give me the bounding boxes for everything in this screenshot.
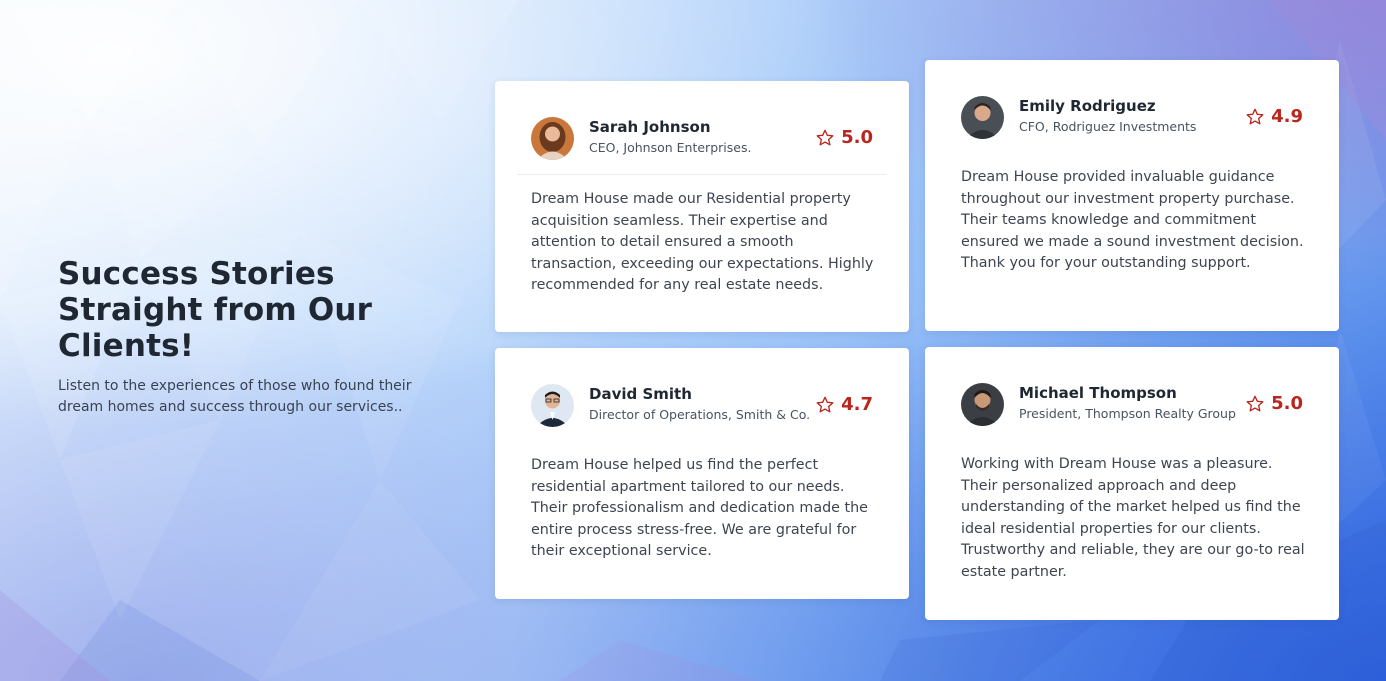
- rating-value: 4.9: [1271, 106, 1303, 127]
- divider: [517, 174, 887, 175]
- testimonial-card: Michael Thompson President, Thompson Rea…: [925, 347, 1339, 620]
- testimonial-header: Sarah Johnson CEO, Johnson Enterprises. …: [531, 117, 873, 161]
- rating-value: 5.0: [841, 127, 873, 148]
- testimonial-quote: Working with Dream House was a pleasure.…: [961, 456, 1305, 580]
- rating: 4.9: [1245, 106, 1303, 127]
- rating-value: 5.0: [1271, 393, 1303, 414]
- star-outline-icon: [816, 129, 834, 145]
- star-outline-icon: [816, 396, 834, 412]
- client-role: CEO, Johnson Enterprises.: [589, 140, 752, 155]
- testimonial-quote: Dream House provided invaluable guidance…: [961, 169, 1304, 272]
- testimonial-header: David Smith Director of Operations, Smit…: [531, 384, 873, 428]
- client-name: Michael Thompson: [1019, 384, 1177, 402]
- client-role: CFO, Rodriguez Investments: [1019, 119, 1197, 134]
- avatar: [961, 96, 1004, 139]
- client-role: President, Thompson Realty Group: [1019, 406, 1236, 421]
- testimonial-card: Emily Rodriguez CFO, Rodriguez Investmen…: [925, 60, 1339, 331]
- rating-value: 4.7: [841, 394, 873, 415]
- section-title: Success Stories Straight from Our Client…: [58, 256, 373, 364]
- avatar: [531, 384, 574, 427]
- client-name: David Smith: [589, 385, 692, 403]
- avatar: [961, 383, 1004, 426]
- testimonial-quote: Dream House helped us find the perfect r…: [531, 457, 868, 560]
- client-name: Sarah Johnson: [589, 118, 711, 136]
- rating: 5.0: [1245, 393, 1303, 414]
- star-outline-icon: [1246, 108, 1264, 124]
- client-name: Emily Rodriguez: [1019, 97, 1156, 115]
- section-intro: Success Stories Straight from Our Client…: [58, 256, 438, 418]
- client-role: Director of Operations, Smith & Co.: [589, 407, 811, 422]
- testimonial-card: Sarah Johnson CEO, Johnson Enterprises. …: [495, 81, 909, 332]
- rating: 4.7: [815, 394, 873, 415]
- testimonial-card: David Smith Director of Operations, Smit…: [495, 348, 909, 599]
- rating: 5.0: [815, 127, 873, 148]
- testimonial-header: Michael Thompson President, Thompson Rea…: [961, 383, 1303, 427]
- testimonial-quote: Dream House made our Residential propert…: [531, 191, 874, 294]
- avatar: [531, 117, 574, 160]
- testimonial-header: Emily Rodriguez CFO, Rodriguez Investmen…: [961, 96, 1303, 140]
- section-subtitle: Listen to the experiences of those who f…: [58, 378, 412, 415]
- star-outline-icon: [1246, 395, 1264, 411]
